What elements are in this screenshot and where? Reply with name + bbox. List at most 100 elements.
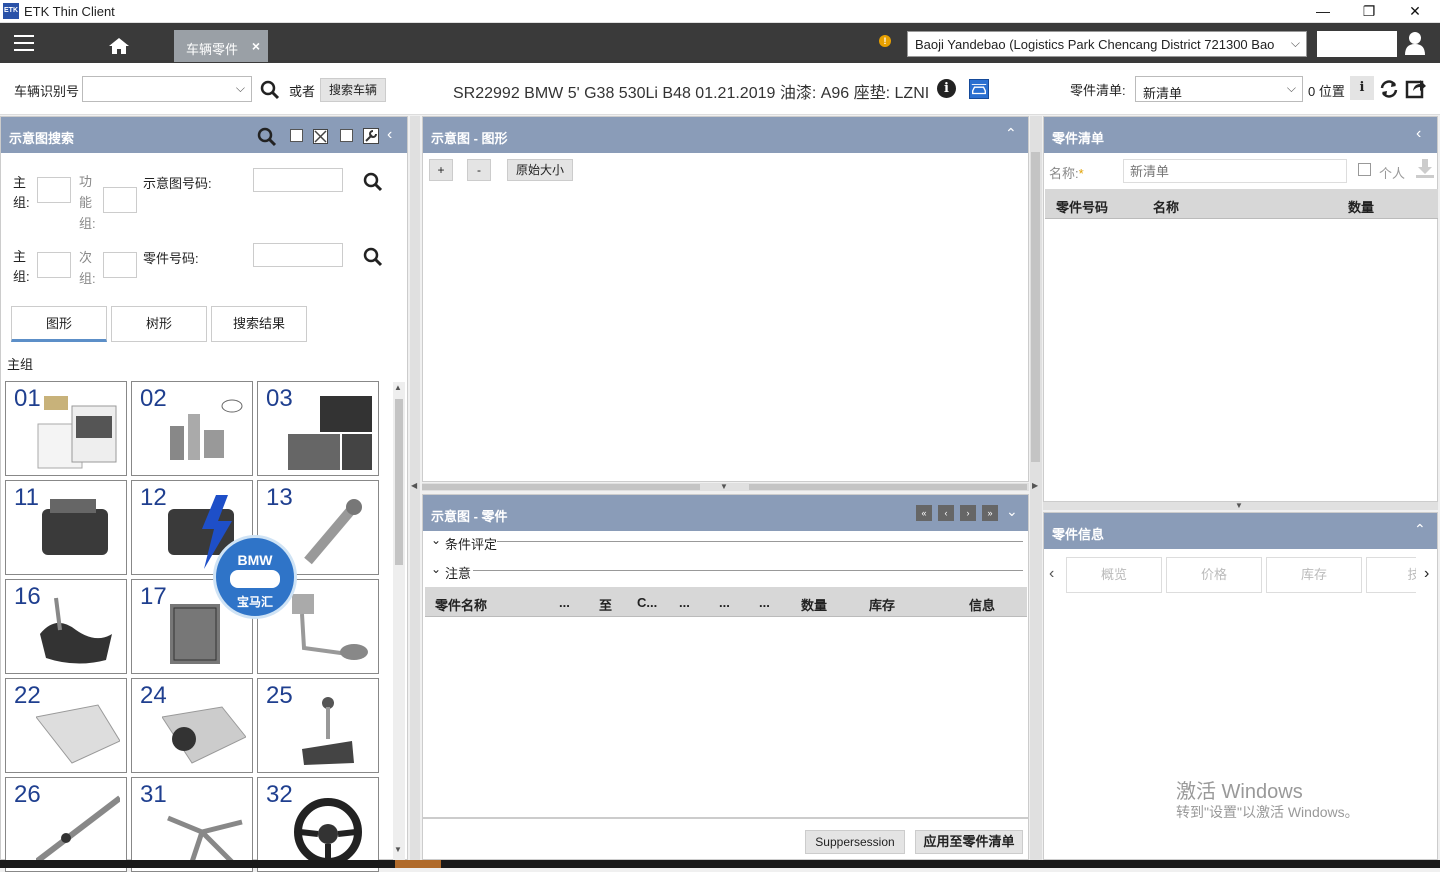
search-icon[interactable] bbox=[260, 80, 280, 100]
column-header[interactable]: ... bbox=[719, 595, 730, 610]
tab-vehicle-parts[interactable]: 车辆零件 × bbox=[174, 30, 268, 62]
column-header[interactable]: ... bbox=[559, 595, 570, 610]
column-header[interactable]: 名称 bbox=[1153, 197, 1179, 216]
tab-stock[interactable]: 库存 bbox=[1266, 557, 1362, 593]
main-group-tile[interactable]: 16 bbox=[5, 579, 127, 674]
suppersession-button[interactable]: Suppersession bbox=[805, 830, 905, 854]
zoom-in-button[interactable]: + bbox=[429, 159, 453, 181]
original-size-button[interactable]: 原始大小 bbox=[507, 159, 573, 181]
tab-overview[interactable]: 概览 bbox=[1066, 557, 1162, 593]
function-group-input[interactable] bbox=[103, 187, 137, 213]
main-group-tile[interactable]: 03 bbox=[257, 381, 379, 476]
share-icon[interactable] bbox=[1405, 77, 1427, 99]
user-icon[interactable] bbox=[1404, 31, 1426, 55]
tab-graphic[interactable]: 图形 bbox=[11, 306, 107, 342]
home-icon[interactable] bbox=[108, 37, 130, 55]
list-name-input[interactable] bbox=[1123, 159, 1347, 183]
warning-icon[interactable]: ! bbox=[879, 35, 891, 47]
search-vehicle-button[interactable]: 搜索车辆 bbox=[320, 78, 386, 102]
scroll-down-icon[interactable]: ▼ bbox=[394, 845, 402, 854]
collapse-up-icon[interactable]: ⌃ bbox=[1414, 521, 1426, 538]
first-page-icon[interactable]: « bbox=[916, 505, 932, 521]
notes-label[interactable]: 注意 bbox=[445, 563, 471, 582]
diagram-number-input[interactable] bbox=[253, 168, 343, 192]
vin-select[interactable]: ⌵ bbox=[82, 76, 252, 102]
vehicle-image-icon[interactable] bbox=[969, 79, 989, 99]
close-tab-icon[interactable]: × bbox=[252, 38, 260, 54]
column-header[interactable]: ... bbox=[679, 595, 690, 610]
main-group-tile[interactable]: 24 bbox=[131, 678, 253, 773]
hamburger-menu-icon[interactable] bbox=[14, 35, 34, 51]
main-group-tile[interactable]: 32 bbox=[257, 777, 379, 872]
checkbox[interactable] bbox=[340, 129, 353, 142]
splitter-left-arrow-icon[interactable]: ◀ bbox=[411, 481, 417, 490]
main-group-tile[interactable]: 11 bbox=[5, 480, 127, 575]
column-header[interactable]: 信息 bbox=[969, 595, 995, 614]
condition-label[interactable]: 条件评定 bbox=[445, 534, 497, 553]
h-scrollbar-thumb[interactable] bbox=[749, 484, 1027, 490]
tab-tree[interactable]: 树形 bbox=[111, 306, 207, 342]
next-page-icon[interactable]: › bbox=[960, 505, 976, 521]
parts-list-select[interactable]: 新清单 ⌵ bbox=[1135, 76, 1303, 102]
collapse-left-icon[interactable]: ‹ bbox=[387, 126, 392, 144]
scroll-right-icon[interactable]: › bbox=[1424, 565, 1429, 583]
scrollbar-thumb[interactable] bbox=[1031, 152, 1040, 462]
taskbar-active-item[interactable] bbox=[395, 860, 441, 868]
chevron-down-icon[interactable]: ⌄ bbox=[431, 562, 441, 576]
tab-technical[interactable]: 技 bbox=[1366, 557, 1416, 593]
wrench-icon[interactable] bbox=[363, 128, 379, 144]
info-icon[interactable]: i bbox=[937, 79, 956, 98]
splitter-down-icon[interactable]: ▼ bbox=[720, 482, 728, 491]
splitter-down-icon[interactable]: ▼ bbox=[1235, 501, 1243, 510]
restore-icon[interactable]: ❐ bbox=[1346, 0, 1392, 23]
main-group-tile[interactable]: 22 bbox=[5, 678, 127, 773]
part-number-input[interactable] bbox=[253, 243, 343, 267]
sub-group-input[interactable] bbox=[103, 252, 137, 278]
parts-info-icon[interactable]: i bbox=[1350, 76, 1374, 100]
download-icon[interactable] bbox=[1414, 157, 1436, 179]
apply-to-parts-list-button[interactable]: 应用至零件清单 bbox=[915, 830, 1023, 854]
minimize-icon[interactable]: — bbox=[1300, 0, 1346, 23]
tab-price[interactable]: 价格 bbox=[1166, 557, 1262, 593]
scrollbar-thumb[interactable] bbox=[395, 399, 403, 565]
tab-search-results[interactable]: 搜索结果 bbox=[211, 306, 307, 342]
last-page-icon[interactable]: » bbox=[982, 505, 998, 521]
prev-page-icon[interactable]: ‹ bbox=[938, 505, 954, 521]
h-scrollbar-thumb[interactable] bbox=[422, 484, 700, 490]
main-group-tile[interactable]: 26 bbox=[5, 777, 127, 872]
column-header[interactable]: 数量 bbox=[801, 595, 827, 614]
main-group-tile[interactable]: 25 bbox=[257, 678, 379, 773]
search-icon[interactable] bbox=[363, 172, 383, 192]
search-icon[interactable] bbox=[363, 247, 383, 267]
scroll-up-icon[interactable]: ▲ bbox=[394, 383, 402, 392]
column-header[interactable]: 数量 bbox=[1348, 197, 1374, 216]
chevron-down-icon[interactable]: ⌄ bbox=[431, 533, 441, 547]
user-name-field[interactable] bbox=[1317, 31, 1397, 57]
main-group-tile[interactable]: 01 bbox=[5, 381, 127, 476]
close-window-icon[interactable]: ✕ bbox=[1392, 0, 1438, 23]
splitter-right-arrow-icon[interactable]: ▶ bbox=[1032, 481, 1038, 490]
refresh-icon[interactable] bbox=[1379, 79, 1399, 99]
name-label: 名称:* bbox=[1049, 163, 1084, 182]
personal-checkbox[interactable] bbox=[1358, 163, 1371, 176]
main-group-tile[interactable]: 31 bbox=[131, 777, 253, 872]
zoom-out-button[interactable]: - bbox=[467, 159, 491, 181]
column-header[interactable]: ... bbox=[759, 595, 770, 610]
column-header[interactable]: 至 bbox=[599, 595, 612, 614]
column-header[interactable]: 零件名称 bbox=[435, 595, 487, 614]
main-group-input[interactable] bbox=[37, 177, 71, 203]
collapse-right-icon[interactable]: ‹ bbox=[1416, 125, 1421, 143]
column-header[interactable]: 零件号码 bbox=[1056, 197, 1108, 216]
main-group-tile[interactable]: 02 bbox=[131, 381, 253, 476]
dealer-select[interactable]: Baoji Yandebao (Logistics Park Chencang … bbox=[907, 31, 1307, 57]
checkbox[interactable] bbox=[290, 129, 303, 142]
expand-icon[interactable] bbox=[313, 129, 328, 144]
search-icon[interactable] bbox=[257, 127, 277, 147]
column-header[interactable]: 库存 bbox=[869, 595, 895, 614]
top-navigation-bar: 车辆零件 × ! Baoji Yandebao (Logistics Park C… bbox=[0, 23, 1440, 63]
column-header[interactable]: C... bbox=[637, 595, 657, 610]
collapse-up-icon[interactable]: ⌃ bbox=[1005, 125, 1017, 142]
collapse-down-icon[interactable]: ⌄ bbox=[1006, 503, 1018, 520]
scroll-left-icon[interactable]: ‹ bbox=[1049, 565, 1054, 583]
main-group-input[interactable] bbox=[37, 252, 71, 278]
